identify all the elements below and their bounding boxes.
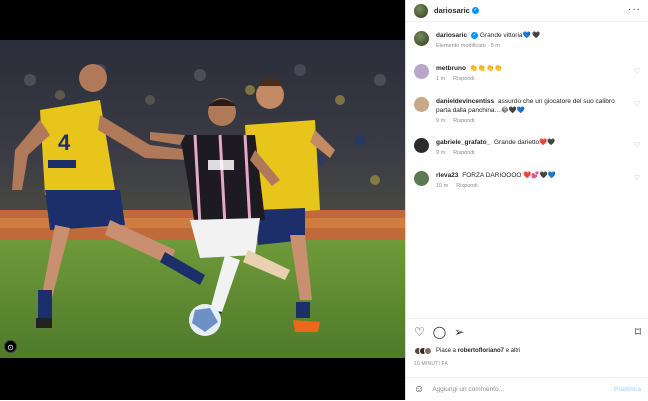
comment-row: danieldevincentiss assurdo che un giocat… xyxy=(414,97,644,126)
post-header: dariosaric ✓ ··· xyxy=(406,0,648,22)
comment-text: Grande darietto❤️🖤 xyxy=(494,139,556,146)
comment-input[interactable]: Aggiungi un commento... xyxy=(432,386,614,393)
post-actions: ♡ ◯ ➢ ⌑ Piace a robertofloriano7 e altri… xyxy=(406,318,648,400)
instagram-post: 4 ⊙ dariosaric ✓ ··· dariosaric ✓ Grande… xyxy=(0,0,648,400)
comment-like-heart-icon[interactable]: ♡ xyxy=(634,141,640,149)
user-tag-button[interactable]: ⊙ xyxy=(4,340,17,353)
reply-button[interactable]: Rispondi xyxy=(456,183,477,189)
comment-text: 👏👏👏👏 xyxy=(469,65,503,72)
reply-button[interactable]: Rispondi xyxy=(453,150,474,156)
liker-avatar xyxy=(424,347,432,355)
likes-suffix[interactable]: e altri xyxy=(504,348,521,354)
football-match-photo: 4 xyxy=(0,40,405,358)
comment-time: 1 m xyxy=(436,76,446,82)
comment-text: FORZA DARIOOOO ❤️💕🖤💙 xyxy=(462,172,556,179)
author-avatar-small[interactable] xyxy=(414,31,429,46)
verified-badge-icon: ✓ xyxy=(471,7,479,14)
caption-meta: Elemento modificato · 5 m xyxy=(436,43,500,49)
comment-username[interactable]: gabriele_grafato_ xyxy=(436,139,490,146)
comment-icon[interactable]: ◯ xyxy=(433,325,446,339)
bookmark-icon[interactable]: ⌑ xyxy=(635,325,641,339)
likes-user[interactable]: robertofloriano7 xyxy=(458,348,504,354)
comment-like-heart-icon[interactable]: ♡ xyxy=(634,100,640,108)
share-icon[interactable]: ➢ xyxy=(454,325,464,339)
comments-section: dariosaric ✓ Grande vittoria💙 🖤 Elemento … xyxy=(406,23,648,318)
comment-username[interactable]: metbruno xyxy=(436,65,466,72)
commenter-avatar[interactable] xyxy=(414,97,429,112)
more-options-icon[interactable]: ··· xyxy=(628,4,641,15)
author-username[interactable]: dariosaric xyxy=(434,6,470,15)
post-media: 4 ⊙ xyxy=(0,0,405,400)
commenter-avatar[interactable] xyxy=(414,138,429,153)
post-photo: 4 xyxy=(0,40,405,358)
add-comment-bar: ☺ Aggiungi un commento... Pubblica xyxy=(406,377,648,401)
emoji-icon[interactable]: ☺ xyxy=(414,384,424,395)
comment-time: 9 m xyxy=(436,150,446,156)
caption-row: dariosaric ✓ Grande vittoria💙 🖤 Elemento … xyxy=(414,31,644,51)
comment-like-heart-icon[interactable]: ♡ xyxy=(634,67,640,75)
comment-row: rleva23 FORZA DARIOOOO ❤️💕🖤💙 10 m Rispond… xyxy=(414,171,644,191)
reply-button[interactable]: Rispondi xyxy=(453,118,474,124)
reply-button[interactable]: Rispondi xyxy=(453,76,474,82)
commenter-avatar[interactable] xyxy=(414,171,429,186)
author-avatar[interactable] xyxy=(414,3,428,18)
comment-username[interactable]: danieldevincentiss xyxy=(436,98,494,105)
post-sidebar: dariosaric ✓ ··· dariosaric ✓ Grande vitt… xyxy=(405,0,648,400)
comment-row: metbruno 👏👏👏👏 1 m Rispondi ♡ xyxy=(414,64,644,84)
commenter-avatar[interactable] xyxy=(414,64,429,79)
likes-prefix: Piace a xyxy=(436,348,458,354)
comment-like-heart-icon[interactable]: ♡ xyxy=(634,174,640,182)
comment-username[interactable]: rleva23 xyxy=(436,172,458,179)
post-timestamp: 10 MINUTI FA xyxy=(414,361,449,367)
comment-row: gabriele_grafato_ Grande darietto❤️🖤 9 m… xyxy=(414,138,644,158)
verified-badge-icon: ✓ xyxy=(471,31,479,39)
heart-icon[interactable]: ♡ xyxy=(414,325,425,339)
publish-button[interactable]: Pubblica xyxy=(614,386,641,393)
svg-text:4: 4 xyxy=(58,130,71,155)
caption-username[interactable]: dariosaric xyxy=(436,32,467,39)
comment-time: 10 m xyxy=(436,183,449,189)
comment-time: 9 m xyxy=(436,118,446,124)
caption-text: Grande vittoria💙 🖤 xyxy=(479,32,541,39)
likes-summary: Piace a robertofloriano7 e altri xyxy=(414,347,520,355)
